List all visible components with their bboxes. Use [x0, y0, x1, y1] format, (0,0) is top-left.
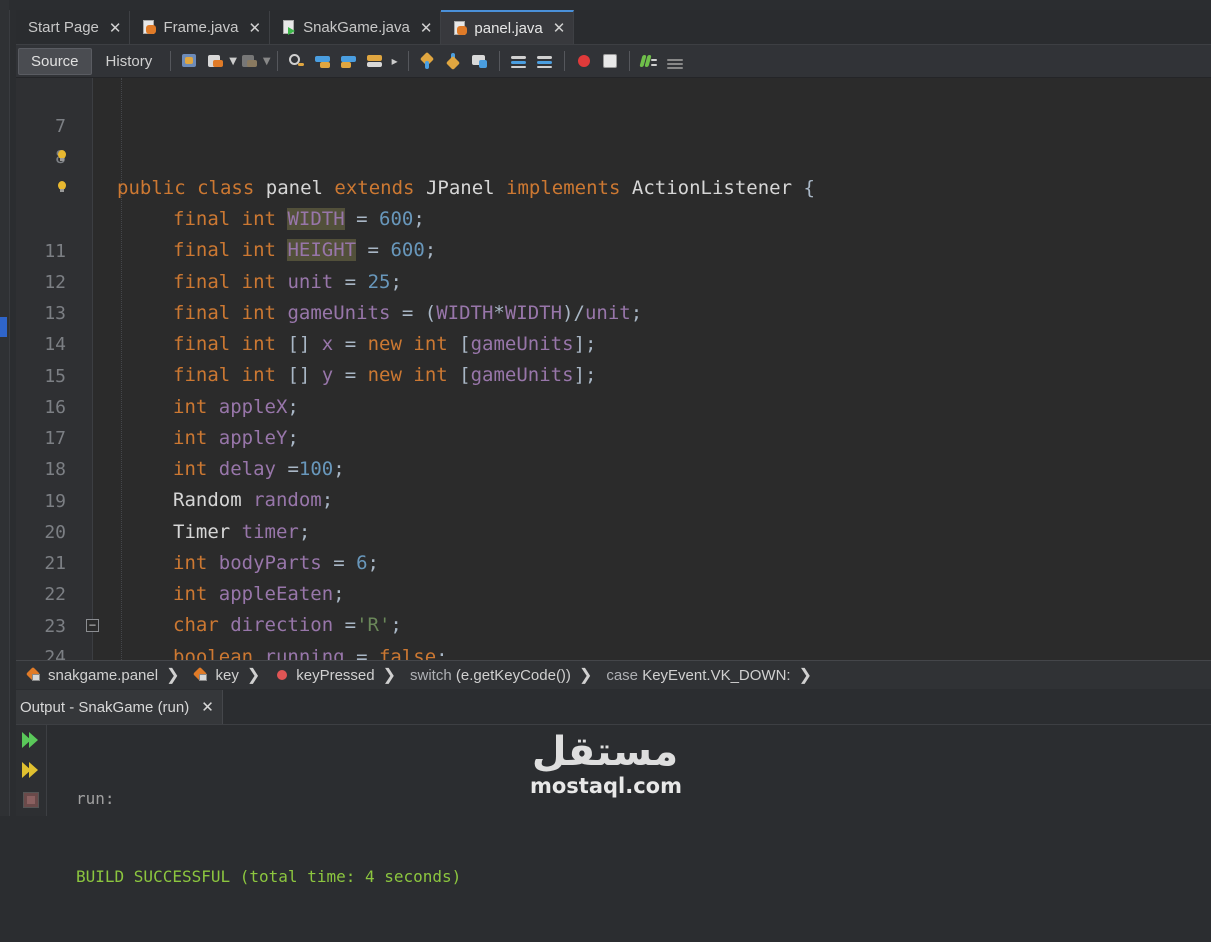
rerun-with-params-icon[interactable]: [22, 761, 40, 779]
code-line: 14 final int [] y = new int [gameUnits];: [16, 298, 1211, 386]
breadcrumb-item-class[interactable]: snakgame.panel ❯: [16, 665, 183, 685]
toolbar-separator: [170, 51, 172, 71]
tab-label: Frame.java: [163, 19, 239, 36]
close-icon[interactable]: ✕: [553, 19, 566, 37]
tab-label: SnakGame.java: [303, 19, 410, 36]
side-panel-marker: [0, 317, 7, 337]
output-actions-sidebar: [16, 725, 47, 816]
code-line: 22 char direction ='R';: [16, 548, 1211, 636]
code-line: 18 Random random;: [16, 423, 1211, 511]
window-top-strip: [9, 0, 1211, 10]
code-line: 15 int appleX;: [16, 330, 1211, 418]
source-button[interactable]: Source: [18, 47, 92, 75]
chevron-right-icon: ❯: [798, 667, 812, 684]
close-icon[interactable]: ✕: [420, 19, 433, 37]
shift-left-icon[interactable]: [510, 53, 528, 69]
hint-bulb-icon[interactable]: [57, 181, 69, 193]
forward-icon[interactable]: [241, 53, 259, 69]
chevron-down-icon[interactable]: ▼: [229, 56, 237, 67]
last-edit-icon[interactable]: [181, 53, 199, 69]
java-file-icon: [453, 20, 468, 36]
tab-panel-java[interactable]: panel.java ✕: [441, 10, 575, 44]
output-tab-bar: Output - SnakGame (run) ✕: [16, 690, 1211, 725]
tab-label: Start Page: [28, 19, 99, 36]
chevron-right-icon: ❯: [166, 667, 180, 684]
navigation-breadcrumb: snakgame.panel ❯ key ❯ keyPressed ❯ swit…: [16, 660, 1211, 689]
close-icon[interactable]: ✕: [249, 19, 262, 37]
fold-collapse-icon[interactable]: −: [86, 619, 99, 632]
tab-output-snakgame-run[interactable]: Output - SnakGame (run) ✕: [16, 690, 223, 724]
toggle-highlight-icon[interactable]: [366, 53, 384, 69]
java-main-file-icon: [282, 20, 297, 35]
chevron-right-icon: ❯: [246, 667, 261, 684]
left-side-panel: [0, 0, 10, 816]
java-file-icon: [142, 20, 157, 35]
chevron-right-icon: ❯: [578, 667, 593, 684]
class-icon: [193, 666, 209, 682]
code-line: 8 public class panel extends JPanel impl…: [16, 111, 1211, 199]
watermark-latin: mostaql.com: [530, 774, 682, 798]
close-icon[interactable]: ✕: [109, 19, 122, 37]
comment-icon[interactable]: [639, 53, 658, 69]
toolbar-separator: [407, 51, 409, 71]
rerun-icon[interactable]: [22, 731, 40, 749]
find-icon[interactable]: [288, 53, 306, 69]
code-editor[interactable]: 7 8 public class panel extends JPanel im…: [16, 78, 1211, 660]
previous-bookmark-icon[interactable]: [419, 51, 437, 69]
toolbar-separator: [563, 51, 565, 71]
tab-frame-java[interactable]: Frame.java ✕: [130, 11, 271, 44]
breadcrumb-item-method[interactable]: keyPressed ❯: [264, 665, 400, 685]
back-icon[interactable]: [207, 53, 225, 69]
more-icon[interactable]: ▸: [392, 54, 398, 68]
mostaql-watermark: مستقل mostaql.com: [530, 729, 682, 806]
code-line: 23 boolean running = false;: [16, 580, 1211, 660]
breadcrumb-item-switch[interactable]: switch (e.getKeyCode()) ❯: [400, 665, 596, 685]
code-line: final int WIDTH = 600;: [16, 142, 1211, 230]
tab-snakgame-java[interactable]: SnakGame.java ✕: [270, 11, 442, 44]
watermark-arabic: مستقل: [531, 729, 679, 775]
stop-icon[interactable]: [22, 791, 40, 809]
start-macro-recording-icon[interactable]: [575, 53, 593, 69]
chevron-right-icon: ❯: [382, 667, 397, 684]
breadcrumb-item-key[interactable]: key ❯: [183, 665, 264, 685]
code-line: 12 final int gameUnits = (WIDTH*WIDTH)/u…: [16, 236, 1211, 324]
code-line: 24 − public panel() {: [16, 611, 1211, 660]
toolbar-separator: [276, 51, 278, 71]
shift-right-icon[interactable]: [536, 53, 554, 69]
code-line: 11 final int unit = 25;: [16, 205, 1211, 293]
code-line: 20 int bodyParts = 6;: [16, 486, 1211, 574]
toolbar-separator: [628, 51, 630, 71]
output-console[interactable]: run: BUILD SUCCESSFUL (total time: 4 sec…: [76, 734, 461, 942]
code-line: 25 super();: [16, 642, 1211, 660]
next-bookmark-icon[interactable]: [445, 53, 463, 71]
find-next-icon[interactable]: [340, 53, 358, 69]
class-icon: [25, 666, 42, 682]
chevron-down-icon[interactable]: ▼: [263, 56, 271, 67]
history-button[interactable]: History: [94, 49, 165, 74]
tab-start-page[interactable]: Start Page ✕: [16, 11, 131, 44]
toolbar-separator: [498, 51, 500, 71]
uncomment-icon[interactable]: [666, 53, 684, 69]
code-line: 7: [16, 80, 1211, 137]
method-icon: [274, 668, 290, 682]
toggle-bookmark-icon[interactable]: [471, 53, 489, 69]
code-line: final int HEIGHT = 600;: [16, 173, 1211, 261]
hint-bulb-icon[interactable]: [57, 150, 69, 162]
code-line: 16 int appleY;: [16, 361, 1211, 449]
close-icon[interactable]: ✕: [201, 698, 214, 716]
code-line: 17 int delay =100;: [16, 392, 1211, 480]
code-line: 19 Timer timer;: [16, 455, 1211, 543]
tab-label: panel.java: [474, 19, 543, 37]
editor-toolbar: Source History ▼ ▼ ▸: [16, 45, 1211, 78]
editor-tab-bar: Start Page ✕ Frame.java ✕ SnakGame.java …: [16, 10, 1211, 45]
find-previous-icon[interactable]: [314, 53, 332, 69]
output-line-success: BUILD SUCCESSFUL (total time: 4 seconds): [76, 867, 462, 886]
code-line: 13 final int [] x = new int [gameUnits];: [16, 267, 1211, 355]
breadcrumb-item-case[interactable]: case KeyEvent.VK_DOWN: ❯: [596, 665, 816, 685]
code-line: 21 int appleEaten;: [16, 517, 1211, 605]
stop-macro-recording-icon[interactable]: [601, 53, 619, 69]
output-line: run:: [76, 789, 115, 808]
